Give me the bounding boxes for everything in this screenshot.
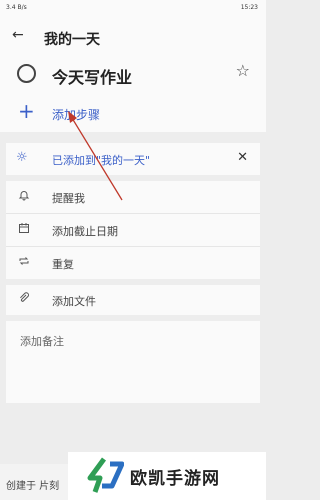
add-file-row[interactable]: 添加文件 xyxy=(6,285,260,315)
repeat-label: 重复 xyxy=(52,258,74,271)
add-step-label[interactable]: 添加步骤 xyxy=(52,106,100,123)
sun-icon: ☼ xyxy=(16,150,28,165)
bell-icon xyxy=(18,189,30,204)
calendar-icon xyxy=(18,222,30,237)
star-icon[interactable]: ☆ xyxy=(236,61,250,80)
remind-me-label: 提醒我 xyxy=(52,192,85,205)
options-card: 提醒我 添加截止日期 重复 xyxy=(6,181,260,279)
note-field[interactable]: 添加备注 xyxy=(6,321,260,403)
status-bar: 3.4 B/s 15:23 xyxy=(0,0,266,18)
plus-icon[interactable]: + xyxy=(18,99,35,123)
add-file-label: 添加文件 xyxy=(52,295,96,308)
task-title[interactable]: 今天写作业 xyxy=(52,64,132,88)
due-date-row[interactable]: 添加截止日期 xyxy=(6,214,260,246)
add-step-row[interactable]: + 添加步骤 xyxy=(0,96,266,132)
task-row: 今天写作业 ☆ xyxy=(0,56,266,96)
repeat-icon xyxy=(18,255,30,270)
my-day-card[interactable]: ☼ 已添加到"我的一天" ✕ xyxy=(6,143,260,175)
remind-me-row[interactable]: 提醒我 xyxy=(6,181,260,213)
arrow-left-icon[interactable]: ← xyxy=(12,27,24,43)
status-time: 15:23 xyxy=(240,4,258,11)
add-file-inner[interactable]: 添加文件 xyxy=(6,284,260,316)
paperclip-icon xyxy=(18,292,30,307)
repeat-row[interactable]: 重复 xyxy=(6,247,260,279)
top-bar: ← 我的一天 xyxy=(0,18,266,56)
brand-logo-icon xyxy=(87,457,124,493)
due-date-label: 添加截止日期 xyxy=(52,225,118,238)
note-placeholder: 添加备注 xyxy=(20,335,64,348)
watermark: 欧凯手游网 xyxy=(68,452,266,500)
complete-checkbox[interactable] xyxy=(17,64,36,83)
page-title: 我的一天 xyxy=(44,32,100,48)
my-day-text: 已添加到"我的一天" xyxy=(52,154,151,167)
created-text: 创建于 片刻 xyxy=(6,481,60,492)
close-icon[interactable]: ✕ xyxy=(237,150,248,165)
status-left: 3.4 B/s xyxy=(6,4,27,11)
watermark-text: 欧凯手游网 xyxy=(130,469,220,489)
